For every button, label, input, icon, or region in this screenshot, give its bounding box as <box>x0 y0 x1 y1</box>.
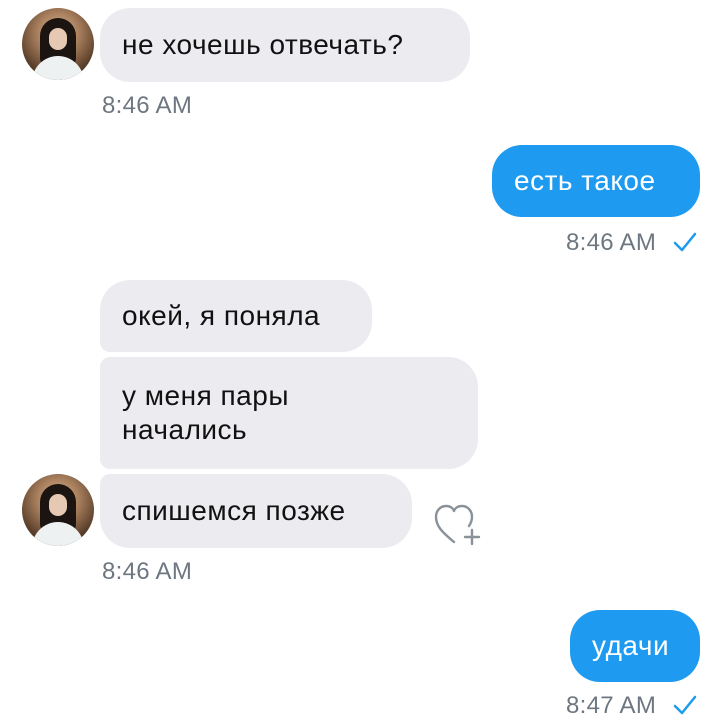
incoming-message-bubble[interactable]: не хочешь отвечать? <box>100 8 470 82</box>
outgoing-message-bubble[interactable]: удачи <box>570 610 700 682</box>
check-icon <box>673 232 697 252</box>
incoming-message-bubble[interactable]: у меня пары начались <box>100 357 478 469</box>
message-text: окей, я поняла <box>122 300 321 331</box>
message-timestamp: 8:46 AM <box>102 558 193 585</box>
heart-add-icon[interactable] <box>432 502 484 546</box>
avatar-face <box>49 494 67 516</box>
message-timestamp: 8:46 AM <box>566 229 657 256</box>
message-timestamp: 8:46 AM <box>102 92 193 119</box>
message-text: удачи <box>592 630 670 661</box>
message-text: спишемся позже <box>122 495 346 526</box>
contact-avatar[interactable] <box>22 8 94 80</box>
check-icon <box>673 695 697 715</box>
message-text: есть такое <box>514 165 656 196</box>
outgoing-message-bubble[interactable]: есть такое <box>492 145 700 217</box>
message-text: у меня пары начались <box>122 380 289 445</box>
incoming-message-bubble[interactable]: окей, я поняла <box>100 280 372 352</box>
contact-avatar[interactable] <box>22 474 94 546</box>
message-timestamp: 8:47 AM <box>566 692 657 719</box>
avatar-face <box>49 28 67 50</box>
incoming-message-bubble[interactable]: спишемся позже <box>100 474 412 548</box>
message-text: не хочешь отвечать? <box>122 29 404 60</box>
